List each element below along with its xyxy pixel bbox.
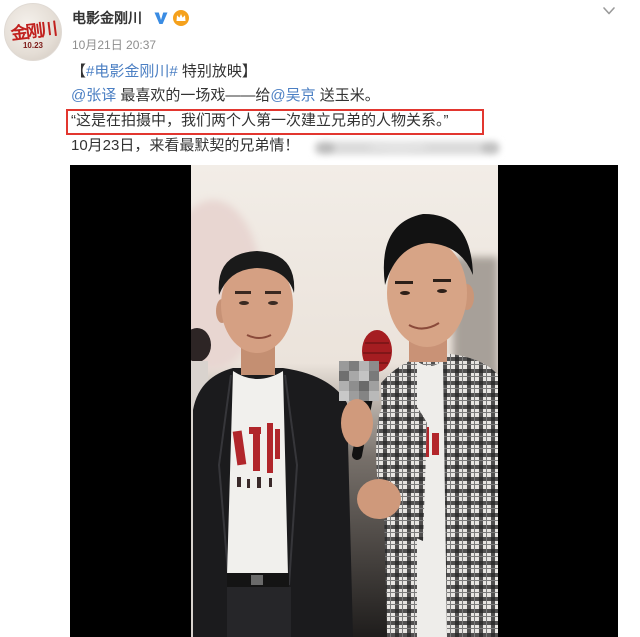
chevron-down-icon[interactable] [602,5,616,17]
author-avatar[interactable]: 金刚川 10.23 [4,3,62,61]
mosaic-censor [339,361,379,401]
white-tshirt [227,371,288,575]
post-text-segment: 特别放映】 [177,63,257,80]
post-video[interactable] [70,165,618,637]
post-text-segment: 【 [71,63,87,80]
video-frame-photo [191,165,498,637]
post-timestamp[interactable]: 10月21日 20:37 [72,37,156,53]
post-text-segment: 最喜欢的一场戏——给 [116,87,271,104]
blurred-redaction [314,141,500,155]
avatar-logo-subtext: 10.23 [22,41,44,50]
hand-holding-microphone [341,399,373,447]
post-text-line-4: 10月23日，来看最默契的兄弟情！ [71,137,300,154]
verified-v-icon [154,12,168,24]
post-text-line-2: @张译 最喜欢的一场戏——给@吴京 送玉米。 [71,86,380,106]
post-text-line-1: 【#电影金刚川# 特别放映】 [71,62,257,82]
belt-buckle [251,575,263,585]
fist [357,479,401,519]
topic-link[interactable]: #电影金刚川# [86,63,178,80]
mention-link-2[interactable]: @吴京 [270,87,315,104]
mention-link-1[interactable]: @张译 [71,87,116,104]
member-badge-icon[interactable] [172,9,190,27]
post-text-segment: 送玉米。 [315,87,380,104]
post-text-line-3-quote: “这是在拍摄中，我们两个人第一次建立兄弟的人物关系。” [71,112,449,129]
author-name[interactable]: 电影金刚川 [72,9,142,27]
